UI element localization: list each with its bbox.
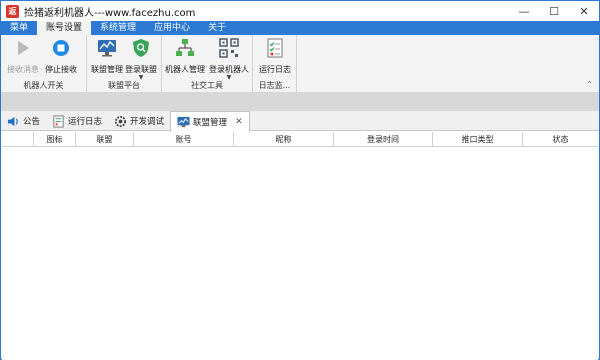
stop-receiving-button[interactable]: 停止接收 bbox=[41, 38, 81, 75]
ribbon-group-robot-switch: 接收消息 停止接收 机器人开关 bbox=[1, 35, 87, 93]
tab-label: 联盟管理 bbox=[193, 118, 228, 128]
run-log-button[interactable]: 运行日志 bbox=[255, 38, 295, 75]
window-title: 捡猪返利机器人---www.facezhu.com bbox=[24, 7, 196, 19]
stop-icon bbox=[53, 40, 69, 56]
login-robot-button[interactable]: 登录机器人 ▼ bbox=[209, 38, 249, 81]
table-header: 图标 联盟 账号 昵称 登录时间 推口类型 状态 bbox=[2, 132, 598, 147]
shield-search-icon bbox=[133, 39, 149, 57]
chart-monitor-icon bbox=[98, 40, 116, 57]
tab-label: 运行日志 bbox=[68, 117, 103, 127]
speaker-icon bbox=[7, 116, 18, 126]
toolbar-separator bbox=[1, 93, 599, 111]
ribbon-group-label: 联盟平台 bbox=[108, 81, 140, 90]
column-header-login-time[interactable]: 登录时间 bbox=[334, 132, 433, 147]
document-tab-bar: 公告 运行日志 开发调试 联盟管理 ✕ bbox=[1, 111, 599, 132]
qrcode-icon bbox=[219, 38, 239, 58]
app-window: 返 捡猪返利机器人---www.facezhu.com — ☐ ✕ 菜单 账号设… bbox=[0, 0, 600, 360]
tab-label: 公告 bbox=[23, 117, 41, 127]
column-header-alliance[interactable]: 联盟 bbox=[76, 132, 134, 147]
robot-management-label: 机器人管理 bbox=[165, 65, 205, 74]
app-logo-icon: 返 bbox=[6, 4, 19, 18]
checklist-icon bbox=[53, 114, 64, 128]
menu-item-about[interactable]: 关于 bbox=[199, 21, 235, 35]
ribbon-group-alliance-platform: 联盟管理 登录联盟 ▼ 联盟平台 bbox=[87, 35, 162, 93]
ribbon-group-label: 机器人开关 bbox=[23, 81, 64, 90]
menu-item-account-settings[interactable]: 账号设置 bbox=[37, 21, 92, 35]
tab-announcement[interactable]: 公告 bbox=[1, 111, 46, 131]
ribbon: 接收消息 停止接收 机器人开关 联盟管理 登录联盟 ▼ 联盟平台 机器人管理 登… bbox=[1, 35, 599, 93]
tab-run-log[interactable]: 运行日志 bbox=[46, 111, 108, 131]
tab-dev-debug[interactable]: 开发调试 bbox=[108, 111, 170, 131]
column-header-nickname[interactable]: 昵称 bbox=[234, 132, 334, 147]
ribbon-group-label: 日志监... bbox=[258, 81, 291, 90]
ribbon-group-label: 社交工具 bbox=[191, 81, 223, 90]
maximize-button[interactable]: ☐ bbox=[539, 1, 569, 21]
column-header-account[interactable]: 账号 bbox=[134, 132, 234, 147]
column-header-icon[interactable]: 图标 bbox=[34, 132, 76, 147]
robot-management-button[interactable]: 机器人管理 bbox=[165, 38, 205, 75]
minimize-button[interactable]: — bbox=[509, 1, 539, 21]
gear-icon bbox=[114, 115, 127, 127]
window-controls: — ☐ ✕ bbox=[509, 1, 599, 21]
close-tab-icon[interactable]: ✕ bbox=[235, 117, 243, 127]
column-header-selector[interactable] bbox=[2, 132, 34, 147]
receive-messages-label: 接收消息 bbox=[7, 65, 39, 74]
close-button[interactable]: ✕ bbox=[569, 1, 599, 21]
login-alliance-button[interactable]: 登录联盟 ▼ bbox=[121, 38, 161, 81]
stop-receiving-label: 停止接收 bbox=[45, 65, 77, 74]
ribbon-group-log-monitor: 运行日志 日志监... bbox=[253, 35, 297, 93]
column-header-status[interactable]: 状态 bbox=[523, 132, 598, 147]
chart-monitor-icon bbox=[177, 116, 190, 127]
column-header-interface-type[interactable]: 推口类型 bbox=[433, 132, 523, 147]
menu-item-main[interactable]: 菜单 bbox=[1, 21, 37, 35]
tab-label: 开发调试 bbox=[130, 117, 165, 127]
receive-messages-button[interactable]: 接收消息 bbox=[3, 38, 43, 75]
menu-bar: 菜单 账号设置 系统管理 应用中心 关于 bbox=[1, 21, 599, 35]
play-icon bbox=[18, 41, 29, 55]
alliance-table[interactable]: 图标 联盟 账号 昵称 登录时间 推口类型 状态 bbox=[2, 132, 598, 360]
title-bar[interactable]: 返 捡猪返利机器人---www.facezhu.com — ☐ ✕ bbox=[1, 1, 599, 21]
checklist-icon bbox=[267, 38, 283, 58]
menu-item-system-management[interactable]: 系统管理 bbox=[91, 21, 145, 35]
tab-alliance-management[interactable]: 联盟管理 ✕ bbox=[170, 111, 250, 132]
ribbon-group-social-tools: 机器人管理 登录机器人 ▼ 社交工具 bbox=[162, 35, 253, 93]
run-log-label: 运行日志 bbox=[259, 65, 291, 74]
ribbon-collapse-icon[interactable]: ⌃ bbox=[586, 80, 593, 89]
menu-item-app-center[interactable]: 应用中心 bbox=[145, 21, 199, 35]
network-icon bbox=[176, 39, 194, 56]
